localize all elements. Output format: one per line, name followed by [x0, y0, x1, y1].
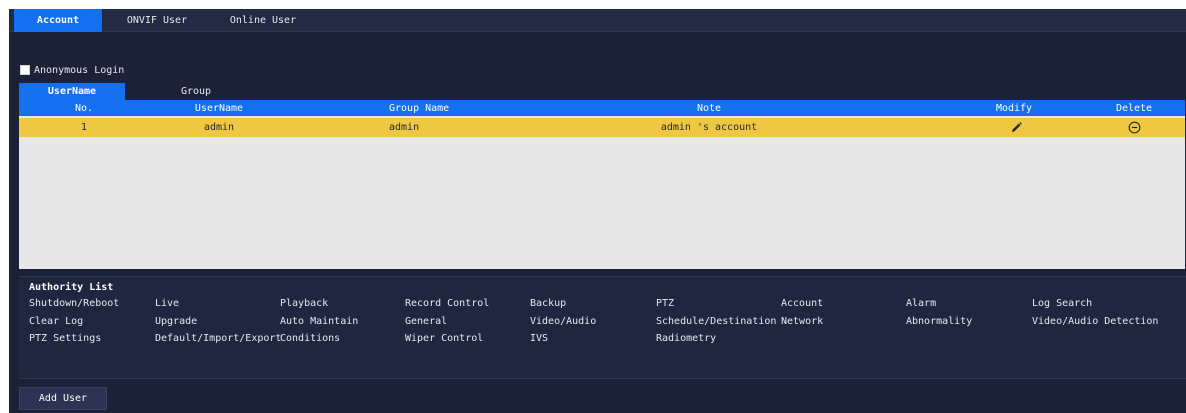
- cell-no: 1: [80, 122, 88, 133]
- header-no: No.: [74, 102, 94, 114]
- header-group-name: Group Name: [389, 102, 450, 114]
- authority-item: Alarm: [906, 298, 937, 309]
- account-settings-panel: Account ONVIF User Online User Anonymous…: [9, 9, 1186, 413]
- authority-item: PTZ: [656, 298, 675, 309]
- authority-item: Record Control: [405, 298, 490, 309]
- authority-item: Upgrade: [155, 316, 198, 327]
- authority-item: Shutdown/Reboot: [29, 298, 120, 309]
- add-user-button[interactable]: Add User: [19, 387, 107, 410]
- authority-item: Abnormality: [906, 316, 973, 327]
- user-table: No. UserName Group Name Note Modify Dele…: [19, 100, 1185, 269]
- tab-account[interactable]: Account: [14, 9, 102, 32]
- tab-onvif-user[interactable]: ONVIF User: [113, 9, 201, 32]
- authority-item: Video/Audio: [530, 316, 597, 327]
- header-modify: Modify: [995, 102, 1033, 114]
- authority-item: Playback: [280, 298, 329, 309]
- header-delete: Delete: [1115, 102, 1153, 114]
- authority-item: Video/Audio Detection: [1032, 316, 1159, 327]
- tab-group[interactable]: Group: [143, 83, 249, 100]
- authority-item: Conditions: [280, 333, 341, 344]
- cell-group-name: admin: [389, 122, 420, 133]
- authority-item: Clear Log: [29, 316, 84, 327]
- authority-item: Account: [781, 298, 824, 309]
- top-tab-bar: Account ONVIF User Online User: [9, 9, 1186, 32]
- authority-item: Schedule/Destination: [656, 316, 777, 327]
- authority-item: General: [405, 316, 448, 327]
- authority-item: PTZ Settings: [29, 333, 102, 344]
- authority-item: Network: [781, 316, 824, 327]
- minus-circle-icon[interactable]: [1122, 118, 1146, 137]
- authority-item: IVS: [530, 333, 549, 344]
- authority-item: Auto Maintain: [280, 316, 359, 327]
- authority-item: Radiometry: [656, 333, 717, 344]
- anonymous-login-checkbox[interactable]: [20, 65, 30, 75]
- tab-username[interactable]: UserName: [19, 83, 125, 100]
- authority-item: Backup: [530, 298, 567, 309]
- table-row[interactable]: 1 admin admin admin 's account: [19, 118, 1185, 137]
- cell-note: admin 's account: [660, 122, 758, 133]
- authority-item: Wiper Control: [405, 333, 484, 344]
- authority-item: Live: [155, 298, 180, 309]
- pencil-icon[interactable]: [1004, 118, 1028, 137]
- cell-username: admin: [203, 122, 235, 133]
- anonymous-login-label: Anonymous Login: [34, 64, 125, 76]
- sub-tab-bar: UserName Group: [19, 83, 1185, 100]
- table-header: No. UserName Group Name Note Modify Dele…: [19, 100, 1185, 116]
- header-note: Note: [696, 102, 722, 114]
- authority-list-title: Authority List: [29, 282, 114, 293]
- tab-online-user[interactable]: Online User: [219, 9, 307, 32]
- authority-list: Authority List Shutdown/Reboot Live Play…: [19, 276, 1186, 379]
- anonymous-login[interactable]: Anonymous Login: [20, 64, 124, 76]
- authority-item: Default/Import/Export: [155, 333, 282, 344]
- authority-item: Log Search: [1032, 298, 1093, 309]
- header-username: UserName: [194, 102, 244, 114]
